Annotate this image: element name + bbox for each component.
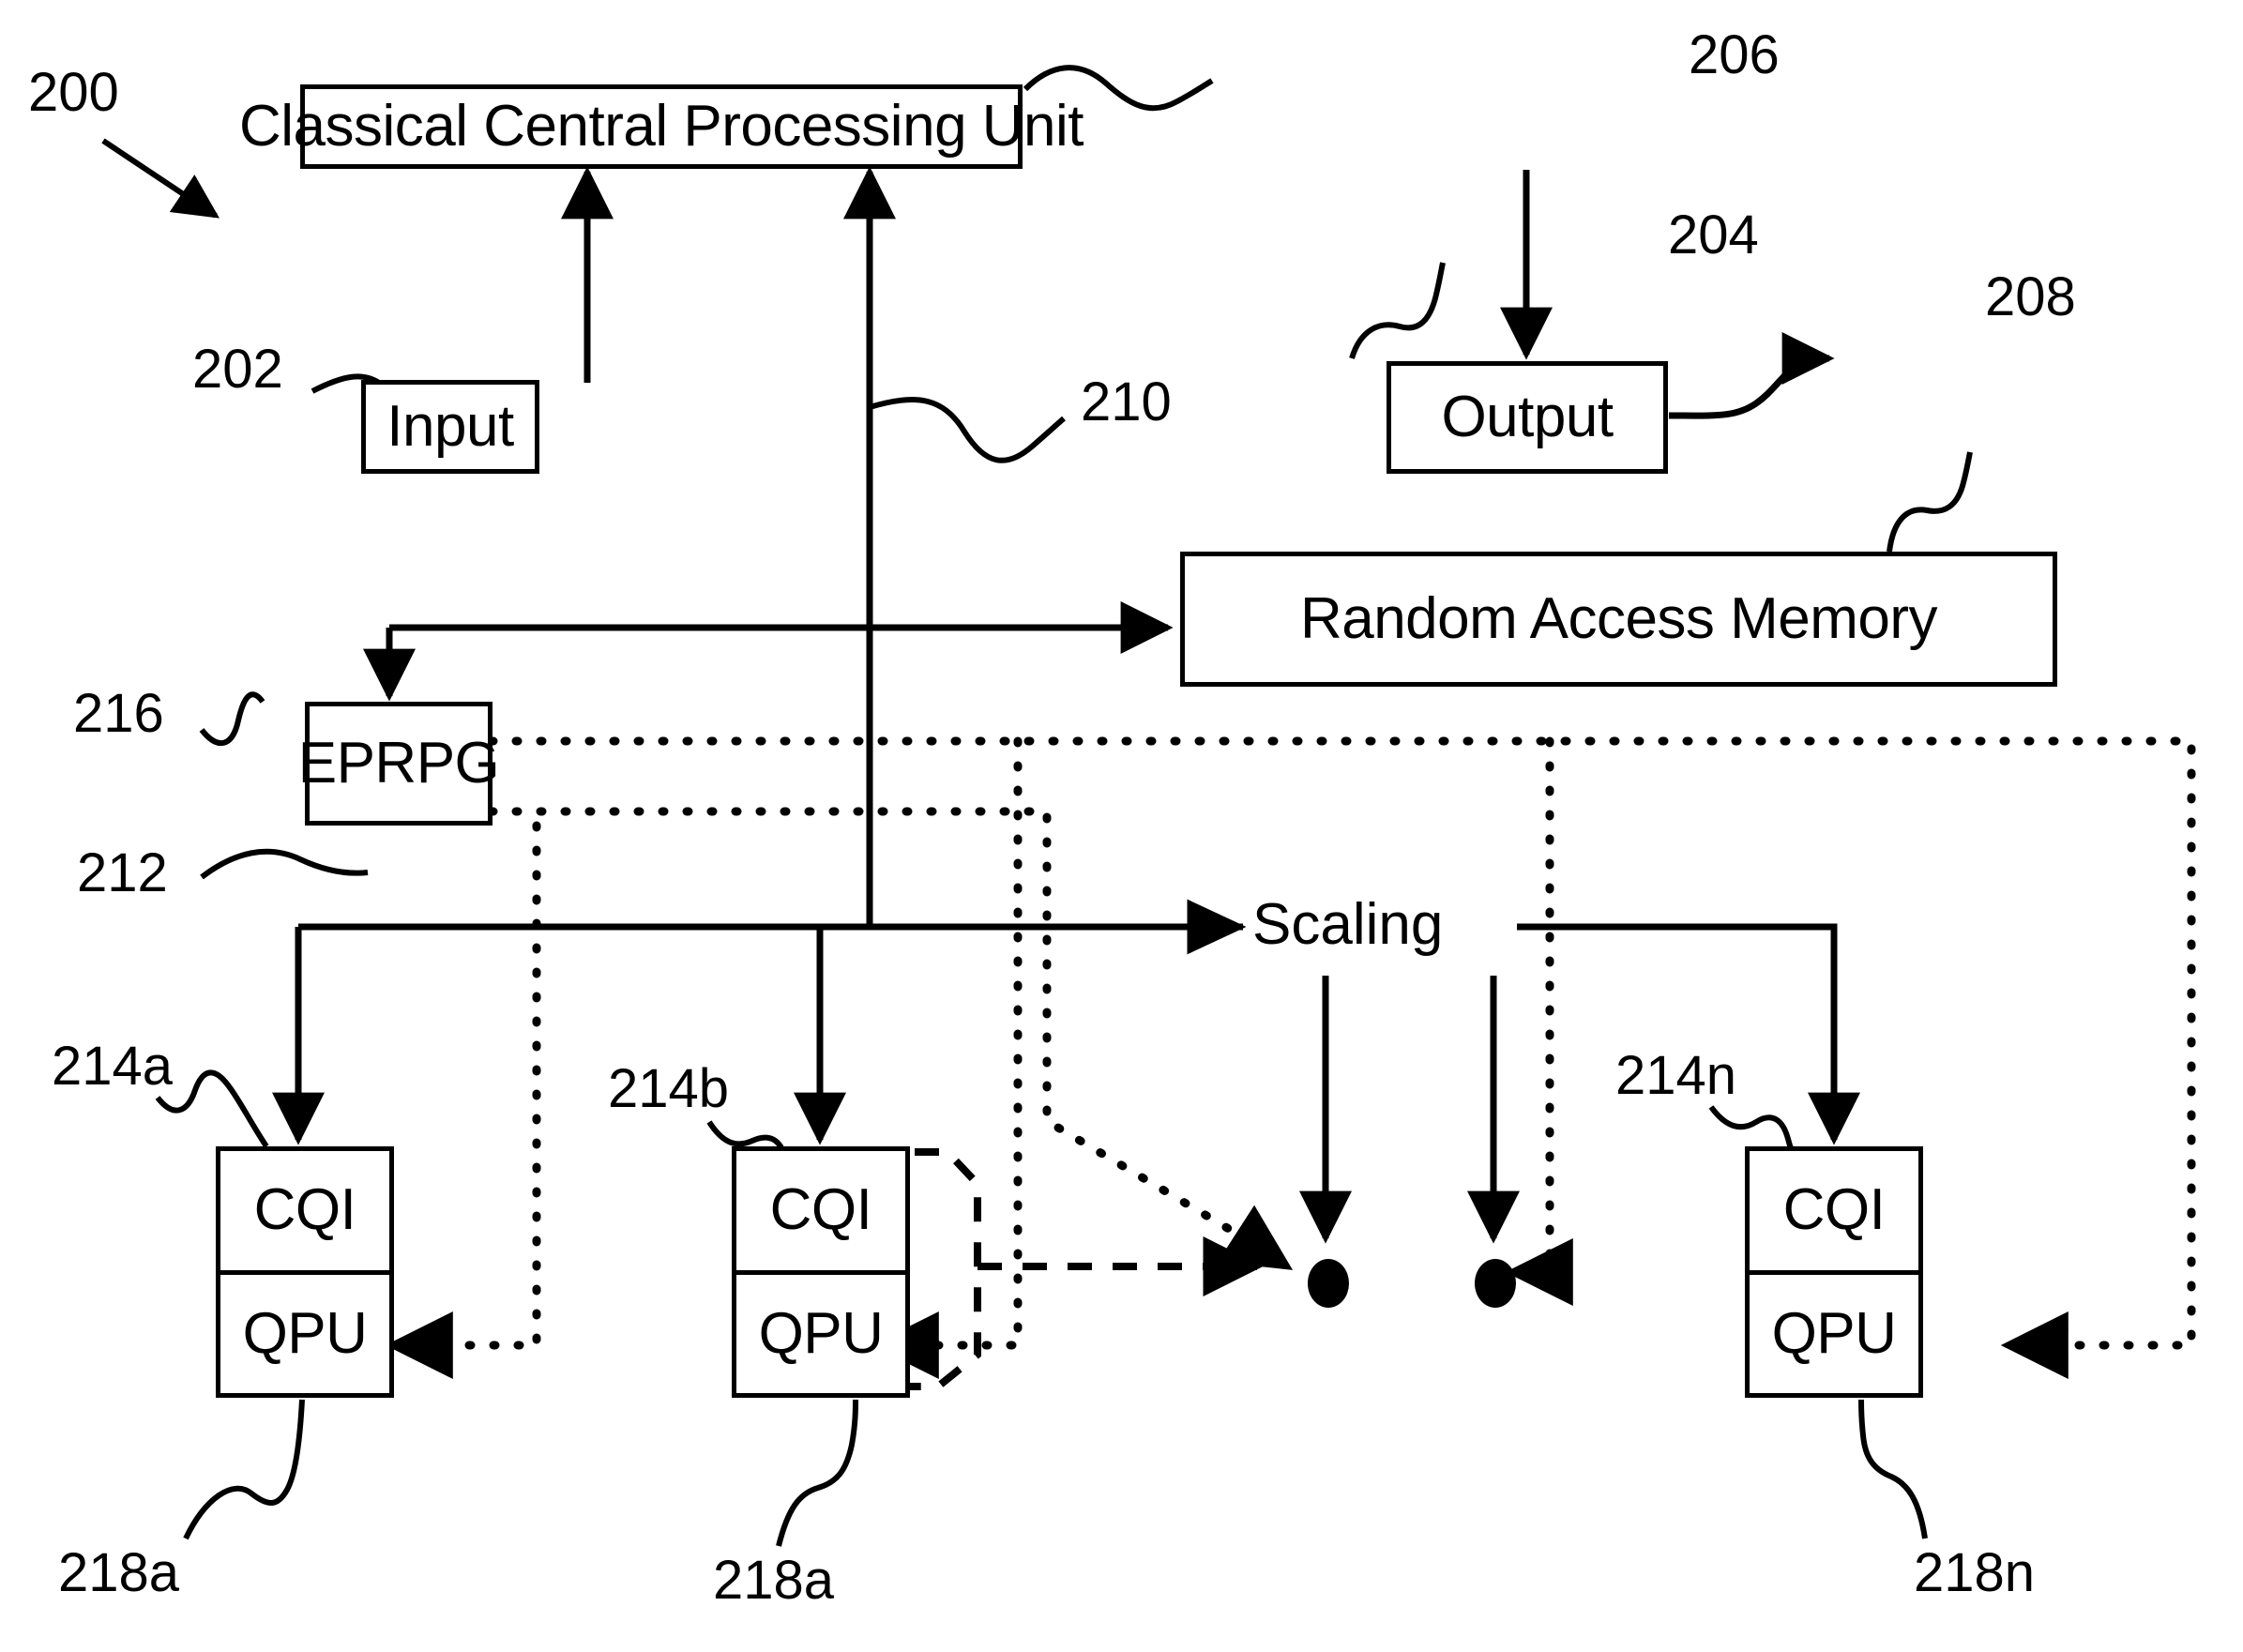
block-qpu-b-qpu-cell: QPU: [736, 1275, 905, 1394]
block-qpu-a-cqi-cell: CQI: [220, 1151, 389, 1275]
block-input-label: Input: [386, 394, 514, 459]
ref-numeral-214a: 214a: [52, 1036, 174, 1097]
leader-218a-left: [183, 1399, 305, 1540]
leader-204: [1349, 262, 1446, 359]
block-qpu-unit-b: CQI QPU: [732, 1146, 910, 1398]
ref-numeral-206: 206: [1689, 24, 1780, 85]
block-qpu-unit-n: CQI QPU: [1745, 1146, 1923, 1398]
ref-numeral-218a-middle: 218a: [713, 1550, 835, 1611]
block-qpu-b-cqi-label: CQI: [769, 1177, 872, 1243]
block-qpu-n-qpu-cell: QPU: [1750, 1275, 1918, 1394]
ref-numeral-212: 212: [77, 842, 168, 903]
block-qpu-unit-a: CQI QPU: [216, 1146, 394, 1398]
connector-layer: [101, 65, 2196, 1547]
ref-numeral-214n: 214n: [1615, 1045, 1737, 1106]
block-cpu: Classical Central Processing Unit: [239, 84, 1084, 169]
arrow-scaling-to-qpu-n: [1517, 923, 1860, 1145]
ref-numeral-202: 202: [192, 339, 283, 400]
block-qpu-a-qpu-cell: QPU: [220, 1275, 389, 1394]
block-ram-label: Random Access Memory: [1299, 586, 1938, 651]
arrow-output-external: [1668, 332, 1835, 419]
block-output-label: Output: [1441, 385, 1614, 449]
patent-figure: Classical Central Processing Unit Input …: [0, 0, 2243, 1652]
block-output: Output: [1387, 361, 1668, 474]
block-qpu-n-cqi-cell: CQI: [1750, 1151, 1918, 1275]
block-scaling-label: Scaling: [1252, 892, 1444, 957]
ref-numeral-216: 216: [73, 683, 164, 744]
leader-208: [1887, 451, 1973, 553]
dotted-eprpg-to-qpu-a: [385, 821, 541, 1379]
dotted-dot-right-return: [1505, 736, 1573, 1306]
ref-numeral-218a-left: 218a: [58, 1542, 180, 1603]
block-eprpg-label: EPRPG: [297, 731, 500, 796]
ref-numeral-208: 208: [1985, 266, 2076, 327]
leader-218n: [1858, 1399, 1928, 1539]
block-qpu-b-qpu-label: QPU: [758, 1300, 884, 1366]
leader-200: [101, 138, 220, 219]
block-cpu-label: Classical Central Processing Unit: [238, 94, 1084, 159]
ref-numeral-214b: 214b: [608, 1058, 730, 1119]
leader-214a: [155, 1069, 269, 1148]
ellipsis-dots: [1308, 1259, 1516, 1308]
block-qpu-a-qpu-label: QPU: [242, 1300, 368, 1366]
block-qpu-b-cqi-cell: CQI: [736, 1151, 905, 1275]
block-qpu-a-cqi-label: CQI: [253, 1177, 356, 1243]
leader-212: [200, 848, 369, 880]
block-eprpg: EPRPG: [298, 702, 500, 826]
ref-numeral-200: 200: [28, 62, 119, 123]
leader-216: [199, 691, 265, 747]
block-qpu-n-cqi-label: CQI: [1782, 1177, 1886, 1243]
ref-numeral-204: 204: [1668, 205, 1759, 265]
block-input: Input: [361, 380, 539, 474]
ref-numeral-210: 210: [1081, 371, 1172, 432]
ref-numeral-218n: 218n: [1914, 1542, 2036, 1603]
leader-218a-middle: [776, 1399, 858, 1547]
block-qpu-n-qpu-label: QPU: [1771, 1300, 1897, 1366]
leader-210: [869, 397, 1066, 463]
block-ram: Random Access Memory: [1180, 552, 2057, 687]
